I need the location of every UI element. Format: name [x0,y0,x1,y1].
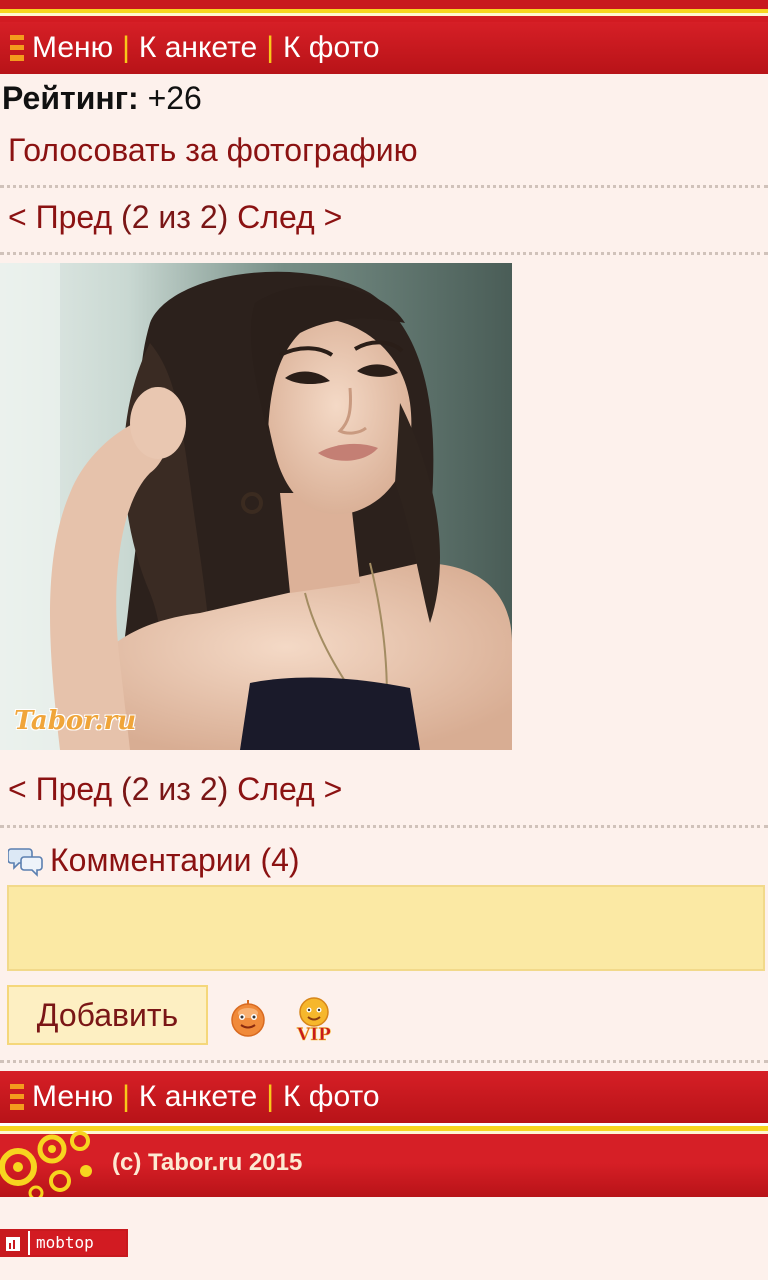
mobtop-counter-badge[interactable]: mobtop [0,1229,128,1257]
nav-separator: | [266,31,274,64]
comment-input[interactable] [7,885,765,971]
pager-position: (2 из 2) [121,771,229,807]
comments-icon [8,847,43,877]
divider [0,185,768,188]
nav-photo-link[interactable]: К фото [283,31,380,65]
next-link[interactable]: След > [237,771,342,807]
bottom-nav-bar: Меню | К анкете | К фото [0,1071,768,1123]
top-decor-stripe [0,0,768,22]
pager-position: (2 из 2) [121,199,229,235]
next-link[interactable]: След > [237,199,342,235]
photo-illustration [0,263,512,750]
rating-value: +26 [147,80,202,116]
nav-menu-link[interactable]: Меню [32,1080,113,1114]
smiley-icon[interactable] [228,998,268,1038]
copyright-text: (c) Tabor.ru 2015 [112,1149,303,1176]
nav-profile-link[interactable]: К анкете [139,31,257,65]
nav-separator: | [122,31,130,64]
menu-icon[interactable] [10,35,24,61]
tabor-watermark: Tabor.ru [14,706,137,736]
divider [0,1060,768,1063]
comments-header[interactable]: Комментарии (4) [8,842,300,879]
mobtop-label: mobtop [30,1231,126,1255]
pager-bottom: < Пред (2 из 2) След > [8,771,342,808]
vip-smiley-icon[interactable]: VIP [288,994,340,1044]
nav-menu-link[interactable]: Меню [32,31,113,65]
divider [0,252,768,255]
menu-icon[interactable] [10,1084,24,1110]
rating-line: Рейтинг: +26 [2,80,202,117]
bar-chart-icon [2,1231,28,1255]
comments-title-text: Комментарии (4) [50,842,300,878]
divider [0,825,768,828]
nav-photo-link[interactable]: К фото [283,1080,380,1114]
add-comment-button[interactable]: Добавить [7,985,208,1045]
footer-circles-decoration [0,1131,92,1197]
pager-top: < Пред (2 из 2) След > [8,199,342,236]
nav-profile-link[interactable]: К анкете [139,1080,257,1114]
prev-link[interactable]: < Пред [8,771,112,807]
nav-separator: | [122,1080,130,1113]
vip-label: VIP [296,1025,331,1044]
top-nav-bar: Меню | К анкете | К фото [0,22,768,74]
prev-link[interactable]: < Пред [8,199,112,235]
rating-label: Рейтинг: [2,80,139,116]
nav-separator: | [266,1080,274,1113]
profile-photo[interactable] [0,263,512,750]
vote-link[interactable]: Голосовать за фотографию [8,132,418,169]
